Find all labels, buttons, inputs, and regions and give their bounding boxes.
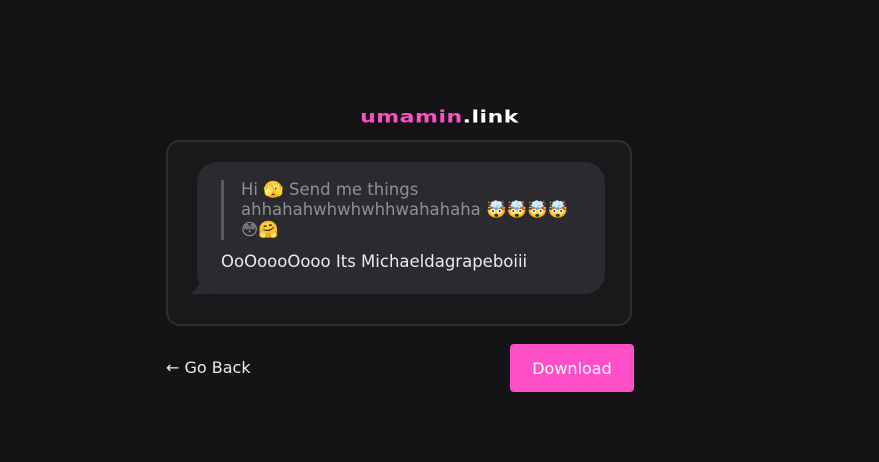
logo-brand: umamin bbox=[360, 107, 463, 128]
message-card: Hi 🫣 Send me things ahhahahwhwhwhhwahaha… bbox=[166, 140, 632, 326]
quoted-message: Hi 🫣 Send me things ahhahahwhwhwhhwahaha… bbox=[221, 180, 571, 240]
bubble-tail bbox=[189, 272, 211, 294]
page: umamin.link Hi 🫣 Send me things ahhahahw… bbox=[0, 0, 879, 462]
message-bubble: Hi 🫣 Send me things ahhahahwhwhwhhwahaha… bbox=[189, 162, 605, 294]
download-button[interactable]: Download bbox=[510, 344, 634, 392]
logo-tld: .link bbox=[462, 107, 519, 128]
site-logo[interactable]: umamin.link bbox=[0, 107, 879, 129]
reply-message: OoOoooOooo Its Michaeldagrapeboiii bbox=[221, 252, 528, 271]
go-back-link[interactable]: ← Go Back bbox=[166, 358, 251, 378]
